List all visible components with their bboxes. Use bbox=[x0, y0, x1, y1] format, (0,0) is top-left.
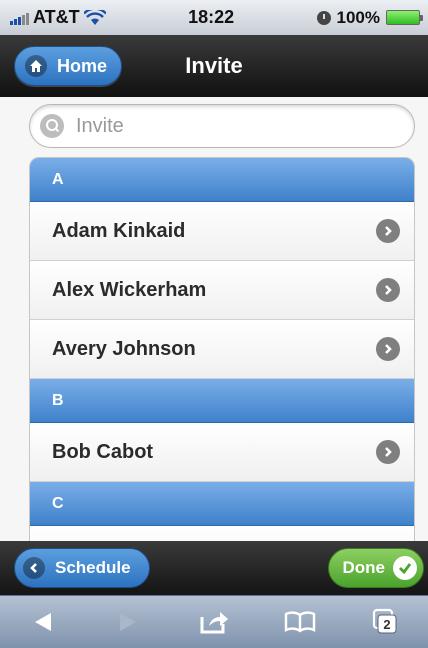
search-bar[interactable] bbox=[29, 104, 415, 148]
clock-label: 18:22 bbox=[188, 7, 235, 27]
footer-bar: Schedule Done bbox=[0, 541, 428, 595]
status-bar: AT&T 18:22 100% bbox=[0, 0, 428, 35]
list-divider-a: A bbox=[30, 158, 414, 202]
contact-list: A Adam Kinkaid Alex Wickerham Avery John… bbox=[29, 157, 415, 541]
home-label: Home bbox=[57, 55, 108, 76]
content-area: A Adam Kinkaid Alex Wickerham Avery John… bbox=[0, 97, 428, 541]
list-divider-c: C bbox=[30, 482, 414, 526]
list-item[interactable]: Adam Kinkaid bbox=[30, 202, 414, 261]
home-button[interactable]: Home bbox=[14, 46, 122, 86]
header-bar: Home Invite bbox=[0, 35, 428, 97]
share-icon[interactable] bbox=[194, 602, 234, 642]
alarm-icon bbox=[316, 10, 331, 25]
schedule-back-button[interactable]: Schedule bbox=[14, 548, 150, 588]
list-item[interactable]: Alex Wickerham bbox=[30, 261, 414, 320]
list-item[interactable]: Avery Johnson bbox=[30, 320, 414, 379]
list-item-label: Avery Johnson bbox=[52, 337, 196, 360]
done-button[interactable]: Done bbox=[328, 548, 424, 588]
list-item[interactable]: Bob Cabot bbox=[30, 423, 414, 482]
schedule-label: Schedule bbox=[55, 558, 131, 577]
battery-icon bbox=[386, 10, 423, 25]
list-item-label: Bob Cabot bbox=[52, 440, 154, 463]
wifi-icon bbox=[83, 9, 106, 25]
status-left: AT&T bbox=[10, 7, 106, 28]
carrier-label: AT&T bbox=[33, 7, 80, 27]
forward-arrow-icon[interactable] bbox=[108, 602, 148, 642]
status-right: 100% bbox=[316, 7, 423, 28]
list-item-label: Adam Kinkaid bbox=[52, 219, 186, 242]
browser-toolbar: 2 bbox=[0, 595, 428, 648]
list-divider-b: B bbox=[30, 379, 414, 423]
list-item[interactable] bbox=[30, 526, 414, 541]
page-title: Invite bbox=[185, 53, 243, 78]
tabs-icon[interactable]: 2 bbox=[365, 602, 405, 642]
battery-label: 100% bbox=[336, 7, 380, 27]
chevron-right-icon bbox=[376, 337, 400, 361]
tabs-count: 2 bbox=[384, 617, 391, 632]
signal-icon bbox=[10, 11, 29, 25]
check-icon bbox=[393, 556, 417, 580]
bookmarks-icon[interactable] bbox=[280, 602, 320, 642]
back-arrow-icon[interactable] bbox=[23, 602, 63, 642]
chevron-left-icon bbox=[23, 557, 45, 579]
search-icon bbox=[40, 114, 64, 138]
chevron-right-icon bbox=[376, 278, 400, 302]
home-icon bbox=[25, 55, 47, 77]
search-input[interactable] bbox=[76, 114, 376, 138]
done-label: Done bbox=[342, 558, 386, 577]
chevron-right-icon bbox=[376, 440, 400, 464]
chevron-right-icon bbox=[376, 219, 400, 243]
list-item-label: Alex Wickerham bbox=[52, 278, 207, 301]
